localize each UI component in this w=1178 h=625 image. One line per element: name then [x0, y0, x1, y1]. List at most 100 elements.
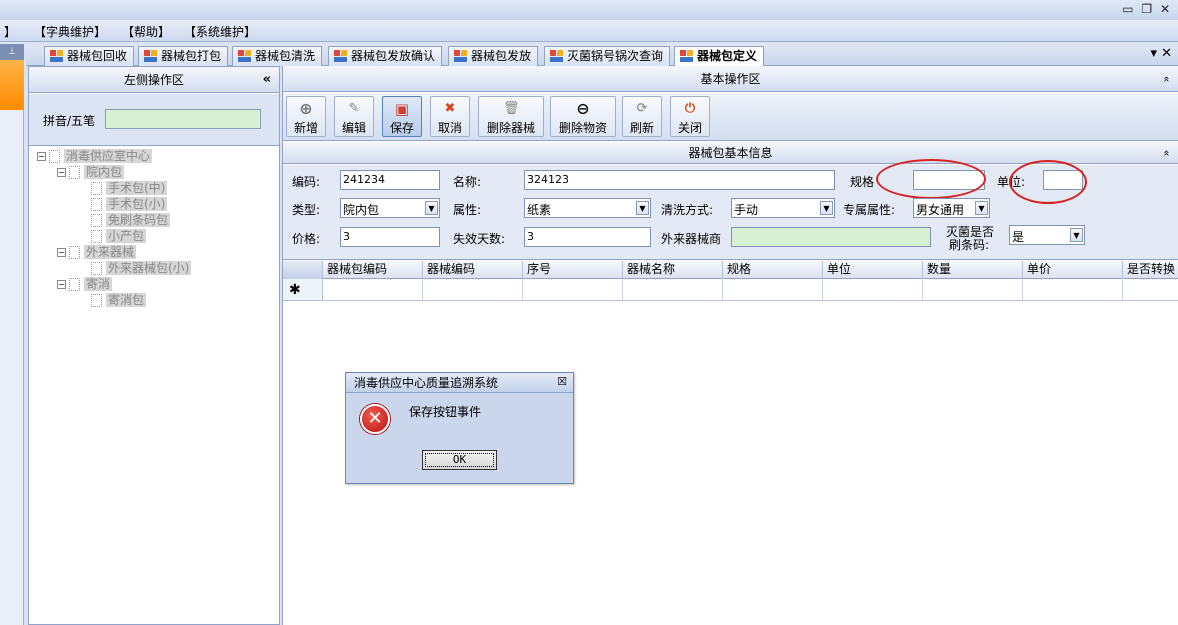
exclusive-value: 男女通用: [916, 203, 965, 217]
grid-cell[interactable]: [323, 279, 423, 301]
tab-pack[interactable]: 器械包打包: [138, 46, 229, 66]
collapse-node-icon[interactable]: −: [57, 168, 66, 177]
type-label: 类型:: [292, 203, 321, 217]
tab-icon: [334, 50, 347, 62]
collapse-left-icon[interactable]: «: [263, 67, 271, 93]
grid-cell[interactable]: [723, 279, 823, 301]
grid-cell[interactable]: [523, 279, 623, 301]
pin-icon[interactable]: ⊥: [0, 44, 24, 60]
name-field[interactable]: 324123: [524, 170, 835, 190]
grid-cell[interactable]: [1123, 279, 1178, 301]
left-dock-strip: [0, 44, 24, 625]
tab-wash[interactable]: 器械包清洗: [232, 46, 323, 66]
dialog-titlebar[interactable]: 消毒供应中心质量追溯系统 ☒: [346, 373, 573, 393]
tab-recycle[interactable]: 器械包回收: [44, 46, 135, 66]
column-header[interactable]: 是否转换: [1123, 261, 1178, 279]
search-input[interactable]: [105, 109, 261, 129]
tree-node-leaf[interactable]: 寄消包: [91, 293, 147, 308]
collapse-node-icon[interactable]: −: [57, 248, 66, 257]
button-label: 保存: [389, 121, 414, 135]
exclusive-label: 专属属性:: [843, 203, 896, 217]
search-label: 拼音/五笔: [43, 114, 96, 128]
sterilize-select[interactable]: 是 ▼: [1009, 225, 1085, 245]
chevron-down-icon[interactable]: ▼: [820, 201, 833, 215]
tab-dispatch[interactable]: 器械包发放: [448, 46, 539, 66]
window-controls[interactable]: ▭ ❐ ✕: [1122, 2, 1172, 16]
grid-cell[interactable]: [1023, 279, 1123, 301]
right-pane-header: 基本操作区 »: [283, 66, 1178, 92]
select-all-corner[interactable]: [283, 261, 323, 279]
column-header[interactable]: 器械包编码: [323, 261, 423, 279]
type-select[interactable]: 院内包 ▼: [340, 198, 440, 218]
menu-item-dictionary[interactable]: 【字典维护】: [34, 23, 106, 40]
grid-cell[interactable]: [823, 279, 923, 301]
delete-material-button[interactable]: ⊖ 删除物资: [550, 96, 616, 137]
column-header[interactable]: 器械名称: [623, 261, 723, 279]
menu-item-help[interactable]: 【帮助】: [122, 23, 170, 40]
table-row[interactable]: [283, 279, 1178, 301]
chevron-down-icon[interactable]: ▼: [975, 201, 988, 215]
ok-button[interactable]: OK: [422, 450, 497, 470]
chevron-down-icon[interactable]: ▼: [1070, 228, 1083, 242]
collapse-info-icon[interactable]: »: [1156, 150, 1178, 157]
column-header[interactable]: 规格: [723, 261, 823, 279]
code-label: 编码:: [292, 175, 321, 189]
vendor-field[interactable]: [731, 227, 931, 247]
chevron-down-icon[interactable]: ▼: [425, 201, 438, 215]
document-icon: [91, 230, 102, 243]
cancel-button[interactable]: ✖ 取消: [430, 96, 470, 137]
delete-instrument-button[interactable]: 🗑 删除器械: [478, 96, 544, 137]
collapse-node-icon[interactable]: −: [57, 280, 66, 289]
tab-icon: [680, 50, 693, 62]
column-header[interactable]: 单位: [823, 261, 923, 279]
code-field[interactable]: 241234: [340, 170, 440, 190]
save-button[interactable]: ▣ 保存: [382, 96, 422, 137]
chevron-down-icon[interactable]: ▼: [636, 201, 649, 215]
attr-select[interactable]: 纸素 ▼: [524, 198, 651, 218]
document-icon: [91, 198, 102, 211]
menu-item-system[interactable]: 【系统维护】: [184, 23, 256, 40]
collapse-right-icon[interactable]: »: [1154, 76, 1178, 83]
menu-item-partial[interactable]: 】: [4, 23, 16, 40]
tab-label: 器械包定义: [697, 49, 758, 63]
toolbar: ⊕ 新增 ✎ 编辑 ▣ 保存 ✖ 取消 🗑 删除器械 ⊖ 删除物资 ⟳ 刷新 ⏻ 关闭: [283, 93, 1178, 141]
dock-accent[interactable]: [0, 60, 24, 110]
column-header[interactable]: 序号: [523, 261, 623, 279]
tree-node-consign[interactable]: − 寄消: [57, 277, 113, 292]
button-label: 删除器械: [486, 121, 535, 135]
power-icon: ⏻: [684, 101, 696, 116]
exclusive-select[interactable]: 男女通用 ▼: [913, 198, 990, 218]
column-header[interactable]: 数量: [923, 261, 1023, 279]
tree-node-leaf[interactable]: 手术包(中): [91, 181, 168, 196]
tree-node-root[interactable]: − 消毒供应室中心: [37, 149, 153, 164]
tree-node-leaf[interactable]: 外来器械包(小): [91, 261, 192, 276]
close-icon[interactable]: ☒: [556, 376, 568, 388]
close-button[interactable]: ⏻ 关闭: [670, 96, 710, 137]
tab-dispatch-confirm[interactable]: 器械包发放确认: [328, 46, 443, 66]
grid-cell[interactable]: [623, 279, 723, 301]
edit-button[interactable]: ✎ 编辑: [334, 96, 374, 137]
tab-sterilizer-query[interactable]: 灭菌锅号锅次查询: [544, 46, 671, 66]
price-field[interactable]: 3: [340, 227, 440, 247]
type-value: 院内包: [343, 203, 380, 217]
column-header[interactable]: 单价: [1023, 261, 1123, 279]
tab-controls[interactable]: ▾ ✕: [1150, 46, 1172, 61]
tree-node-leaf[interactable]: 手术包(小): [91, 197, 168, 212]
menu-bar: 】 【字典维护】 【帮助】 【系统维护】: [0, 20, 1178, 42]
add-button[interactable]: ⊕ 新增: [286, 96, 326, 137]
column-header[interactable]: 器械编码: [423, 261, 523, 279]
refresh-button[interactable]: ⟳ 刷新: [622, 96, 662, 137]
expire-field[interactable]: 3: [524, 227, 651, 247]
tree-node-leaf[interactable]: 免刷条码包: [91, 213, 171, 228]
pack-info-form: 编码: 241234 名称: 324123 规格 单位: 类型: 院内包 ▼ 属性…: [283, 159, 1178, 260]
tree-node-external[interactable]: − 外来器械: [57, 245, 137, 260]
collapse-node-icon[interactable]: −: [37, 152, 46, 161]
grid-cell[interactable]: [423, 279, 523, 301]
tab-pack-definition[interactable]: 器械包定义: [674, 46, 765, 66]
tree-node-leaf[interactable]: 小产包: [91, 229, 147, 244]
left-pane: 左侧操作区 « 拼音/五笔 − 消毒供应室中心 − 院内包 手术包(中) 手术包(小…: [28, 66, 280, 625]
wash-select[interactable]: 手动 ▼: [731, 198, 835, 218]
tab-label: 器械包发放: [471, 49, 532, 63]
tree-node-inhouse[interactable]: − 院内包: [57, 165, 125, 180]
grid-cell[interactable]: [923, 279, 1023, 301]
